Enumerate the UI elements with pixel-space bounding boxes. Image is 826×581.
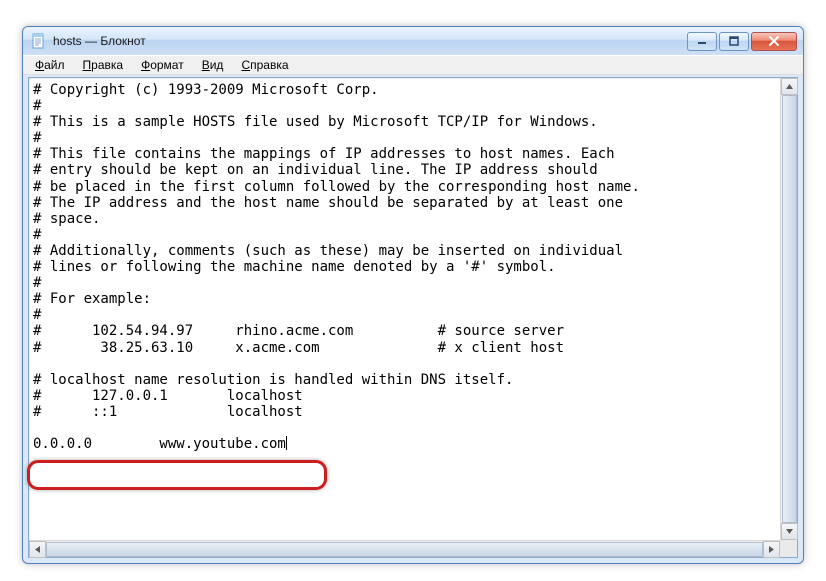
text-line: # The IP address and the host name shoul…	[33, 195, 795, 211]
titlebar[interactable]: hosts — Блокнот	[23, 27, 803, 55]
text-line: # This is a sample HOSTS file used by Mi…	[33, 114, 795, 130]
text-line: # 127.0.0.1 localhost	[33, 388, 795, 404]
text-line: # lines or following the machine name de…	[33, 259, 795, 275]
minimize-button[interactable]	[687, 32, 717, 51]
app-icon	[31, 33, 47, 49]
horizontal-thumb[interactable]	[46, 542, 763, 557]
text-line: #	[33, 275, 795, 291]
maximize-button[interactable]	[719, 32, 749, 51]
scroll-down-button[interactable]	[781, 523, 798, 540]
text-line: # 102.54.94.97 rhino.acme.com # source s…	[33, 323, 795, 339]
client-area: # Copyright (c) 1993-2009 Microsoft Corp…	[28, 77, 798, 558]
menu-file[interactable]: Файл	[26, 57, 74, 73]
text-line: # For example:	[33, 291, 795, 307]
menubar: Файл Правка Формат Вид Справка	[23, 55, 803, 75]
text-line: 0.0.0.0 www.youtube.com	[33, 436, 795, 452]
window-buttons	[687, 32, 797, 51]
text-line: #	[33, 307, 795, 323]
vertical-scrollbar[interactable]	[780, 78, 797, 540]
menu-edit[interactable]: Правка	[74, 57, 133, 73]
menu-view[interactable]: Вид	[193, 57, 233, 73]
horizontal-scrollbar[interactable]	[29, 540, 780, 557]
text-line: # be placed in the first column followed…	[33, 179, 795, 195]
text-line: # ::1 localhost	[33, 404, 795, 420]
notepad-window: hosts — Блокнот Файл Правка Формат Вид С…	[22, 26, 804, 564]
close-button[interactable]	[751, 32, 797, 51]
text-line: #	[33, 98, 795, 114]
menu-format[interactable]: Формат	[132, 57, 193, 73]
text-line: # Additionally, comments (such as these)…	[33, 243, 795, 259]
text-line	[33, 356, 795, 372]
text-line: # Copyright (c) 1993-2009 Microsoft Corp…	[33, 82, 795, 98]
text-line: # 38.25.63.10 x.acme.com # x client host	[33, 340, 795, 356]
menu-help[interactable]: Справка	[232, 57, 297, 73]
scroll-right-button[interactable]	[763, 541, 780, 558]
window-title: hosts — Блокнот	[53, 34, 687, 48]
scroll-left-button[interactable]	[29, 541, 46, 558]
text-editor[interactable]: # Copyright (c) 1993-2009 Microsoft Corp…	[29, 78, 797, 557]
vertical-thumb[interactable]	[782, 95, 797, 523]
scroll-up-button[interactable]	[781, 78, 798, 95]
text-cursor	[286, 436, 287, 450]
scroll-corner	[780, 540, 797, 557]
text-line	[33, 420, 795, 436]
text-line: # entry should be kept on an individual …	[33, 162, 795, 178]
text-line: # space.	[33, 211, 795, 227]
text-line: # This file contains the mappings of IP …	[33, 146, 795, 162]
text-line: # localhost name resolution is handled w…	[33, 372, 795, 388]
text-line: #	[33, 227, 795, 243]
text-line: #	[33, 130, 795, 146]
